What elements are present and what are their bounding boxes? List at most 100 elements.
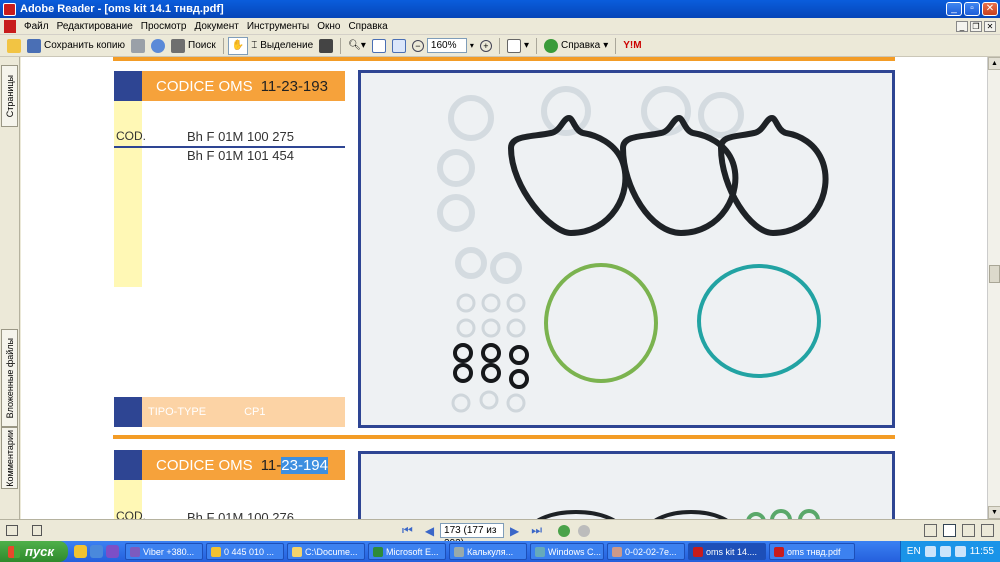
first-page-button[interactable]: ⏮ xyxy=(402,523,413,538)
vertical-scrollbar[interactable]: ▲ ▼ xyxy=(987,57,1000,519)
zoom-dropdown[interactable]: ▾ xyxy=(467,37,477,55)
yahoo-button[interactable]: Y!M xyxy=(620,37,644,55)
print-button[interactable] xyxy=(128,37,148,55)
viber-icon xyxy=(130,546,140,557)
help-button[interactable]: Справка ▾ xyxy=(541,37,611,55)
zoom-tool-button[interactable]: 🔍︎▾ xyxy=(345,37,369,55)
zoom-level-field[interactable]: 160% xyxy=(426,38,467,53)
email-button[interactable] xyxy=(148,37,168,55)
hand-icon: ✋ xyxy=(231,40,245,51)
task-oms-kit[interactable]: oms kit 14.... xyxy=(688,543,766,560)
hand-tool-button[interactable]: ✋ xyxy=(227,36,249,55)
task-label: Viber +380... xyxy=(143,546,195,557)
codice-label: CODICE OMS xyxy=(156,77,253,95)
task-explorer[interactable]: C:\Docume... xyxy=(287,543,365,560)
fit-page-button[interactable] xyxy=(369,37,389,55)
task-windows[interactable]: Windows C... xyxy=(530,543,604,560)
magnifier-icon: 🔍︎▾ xyxy=(348,40,366,51)
security-icon[interactable] xyxy=(954,546,966,557)
continuous-icon[interactable] xyxy=(943,524,956,537)
page-number-field[interactable]: 173 (177 из 292) xyxy=(440,523,505,549)
codice-label: CODICE OMS xyxy=(156,456,253,474)
chrome-icon xyxy=(211,546,221,557)
help-label: Справка xyxy=(560,40,601,51)
chrome-icon[interactable] xyxy=(74,545,87,558)
start-button[interactable]: пуск xyxy=(0,541,68,562)
single-page-icon[interactable] xyxy=(924,524,937,537)
save-copy-button[interactable]: Сохранить копию xyxy=(24,37,128,55)
page-options-icon[interactable] xyxy=(32,525,42,536)
menu-help[interactable]: Справка xyxy=(344,21,391,32)
search-button[interactable]: Поиск xyxy=(168,37,219,55)
task-viber[interactable]: Viber +380... xyxy=(125,543,203,560)
section-divider xyxy=(113,435,895,439)
tipo-row: TIPO-TYPE CP1 xyxy=(142,397,345,427)
user-icon[interactable] xyxy=(106,545,119,558)
go-forward-icon[interactable] xyxy=(578,524,591,537)
pdf-icon xyxy=(774,546,784,557)
camera-icon xyxy=(319,38,334,53)
minus-icon: − xyxy=(411,39,424,52)
close-button[interactable]: ✕ xyxy=(982,2,998,16)
menu-document[interactable]: Документ xyxy=(190,21,242,32)
task-excel[interactable]: Microsoft E... xyxy=(368,543,446,560)
text-selection[interactable]: 23-194 xyxy=(281,456,328,474)
menu-window[interactable]: Окно xyxy=(313,21,344,32)
tab-pages[interactable]: Страницы xyxy=(1,65,18,127)
menu-edit[interactable]: Редактирование xyxy=(53,21,137,32)
volume-icon[interactable] xyxy=(939,546,951,557)
header-marker xyxy=(114,450,142,480)
menu-file[interactable]: Файл xyxy=(20,21,53,32)
snapshot-button[interactable] xyxy=(316,37,336,55)
adobe-reader-icon xyxy=(3,2,16,16)
skype-icon[interactable] xyxy=(90,545,103,558)
task-calculator[interactable]: Калькуля... xyxy=(449,543,527,560)
doc-restore-button[interactable]: ❐ xyxy=(970,20,982,32)
calculator-icon xyxy=(454,546,464,557)
zoom-out-button[interactable]: − xyxy=(409,37,427,55)
go-back-icon[interactable] xyxy=(558,524,571,537)
doc-close-button[interactable]: ✕ xyxy=(984,20,996,32)
tab-attachments[interactable]: Вложенные файлы xyxy=(1,329,18,427)
previous-page-button[interactable]: ◀ xyxy=(425,524,434,538)
save-copy-label: Сохранить копию xyxy=(44,40,126,51)
panel-toggle-icon[interactable] xyxy=(6,525,18,536)
menu-tools[interactable]: Инструменты xyxy=(243,21,313,32)
zoom-in-button[interactable]: + xyxy=(477,37,495,55)
type-marker xyxy=(114,397,142,427)
tab-comments[interactable]: Комментарии xyxy=(1,427,18,489)
page-layout-button[interactable]: ▾ xyxy=(504,37,532,55)
scroll-up-button[interactable]: ▲ xyxy=(988,57,1000,70)
taskbar: пуск Viber +380... 0 445 010 ... C:\Docu… xyxy=(0,541,1000,562)
last-page-button[interactable]: ⏭ xyxy=(531,523,542,538)
network-icon[interactable] xyxy=(924,546,936,557)
header-marker xyxy=(114,71,142,101)
task-chrome[interactable]: 0 445 010 ... xyxy=(206,543,284,560)
next-page-button[interactable]: ▶ xyxy=(510,524,519,538)
minimize-button[interactable]: _ xyxy=(946,2,962,16)
task-oms-pdf[interactable]: oms тнвд.pdf xyxy=(769,543,855,560)
task-image[interactable]: 0-02-02-7e... xyxy=(607,543,685,560)
select-tool-button[interactable]: ⌶ Выделение xyxy=(248,37,316,55)
tipo-label: TIPO-TYPE xyxy=(148,406,207,418)
task-label: C:\Docume... xyxy=(305,546,358,557)
pdf-icon xyxy=(693,546,703,557)
scroll-down-button[interactable]: ▼ xyxy=(988,506,1000,519)
language-indicator[interactable]: EN xyxy=(907,546,921,557)
toolbar-separator xyxy=(222,37,224,54)
scroll-thumb[interactable] xyxy=(989,265,1000,283)
continuous-facing-icon[interactable] xyxy=(981,524,994,537)
open-button[interactable] xyxy=(4,37,24,55)
document-view[interactable]: CODICE OMS 11-23-193 COD. Bh F 01M 100 2… xyxy=(21,57,987,519)
menu-view[interactable]: Просмотр xyxy=(137,21,191,32)
doc-minimize-button[interactable]: _ xyxy=(956,20,968,32)
codice-number[interactable]: 11-23-194 xyxy=(261,456,328,474)
image-icon xyxy=(612,546,622,557)
help-icon xyxy=(543,38,558,53)
clock[interactable]: 11:55 xyxy=(970,546,994,557)
fit-width-button[interactable] xyxy=(389,37,409,55)
maximize-button[interactable]: ▫ xyxy=(964,2,980,16)
task-label: Windows C... xyxy=(548,546,602,557)
toolbar-separator xyxy=(535,37,537,54)
facing-icon[interactable] xyxy=(962,524,975,537)
